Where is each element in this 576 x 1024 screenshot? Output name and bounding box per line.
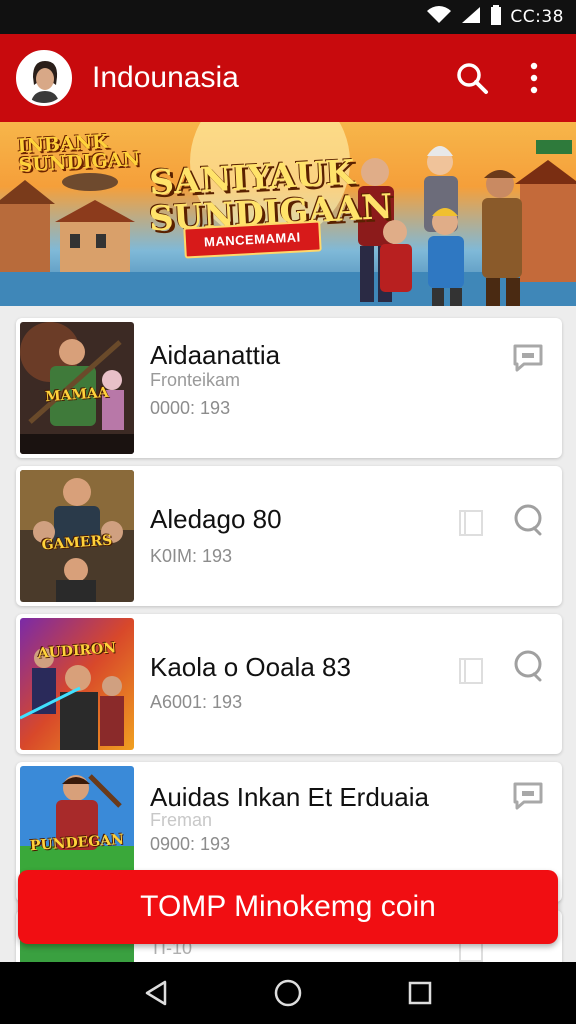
promo-banner[interactable]: INBANK SUNDIGAN SANIYAUK SUNDIGAAN MANCE… (0, 122, 576, 306)
chat-button[interactable] (510, 340, 546, 376)
document-icon (459, 510, 483, 536)
home-circle-icon (274, 979, 302, 1007)
list-item[interactable]: GAMERS Aledago 80 K0IM: 193 (16, 466, 562, 606)
card-title: Kaola o Ooala 83 (150, 652, 351, 682)
card-title: Aledago 80 (150, 504, 282, 534)
card-meta: K0IM: 193 (150, 546, 233, 566)
card-meta: A6001: 193 (150, 692, 243, 712)
card-title: Aidaanattia (150, 340, 281, 370)
app-bar: Indounasia (0, 34, 576, 122)
banner-small-title: INBANK SUNDIGAN (16, 130, 141, 177)
search-icon (457, 63, 488, 94)
more-vert-icon (530, 62, 538, 94)
chat-bubble-icon (514, 650, 542, 682)
card-subtitle: Fronteikam (150, 370, 241, 390)
back-button[interactable] (136, 973, 176, 1013)
status-time: CC:38 (510, 7, 564, 27)
game-thumbnail: GAMERS (20, 470, 134, 602)
back-triangle-icon (145, 980, 167, 1006)
cta-button[interactable]: TOMP Minokemg coin (18, 870, 558, 944)
list-item[interactable]: MAMAA Aidaanattia Fronteikam 0000: 193 (16, 318, 562, 458)
system-nav-bar (0, 962, 576, 1024)
card-meta: 0000: 193 (150, 398, 231, 418)
wifi-icon (426, 5, 452, 30)
chat-bubble-icon (514, 504, 542, 536)
card-title: Auidas Inkan Et Erduaia (150, 782, 429, 812)
more-options-button[interactable] (508, 52, 560, 104)
search-button[interactable] (446, 52, 498, 104)
chat-button[interactable] (510, 648, 546, 684)
chat-bubble-icon (513, 344, 543, 372)
document-icon (459, 658, 483, 684)
battery-icon (490, 4, 502, 30)
chat-bubble-icon (513, 782, 543, 810)
game-thumbnail: MAMAA (20, 322, 134, 454)
avatar[interactable] (16, 50, 72, 106)
signal-icon (460, 5, 482, 30)
avatar-portrait-icon (31, 61, 59, 103)
home-button[interactable] (268, 973, 308, 1013)
card-meta: 0900: 193 (150, 834, 231, 854)
chat-button[interactable] (510, 778, 546, 814)
card-subtitle: Freman (150, 810, 213, 830)
recents-button[interactable] (400, 973, 440, 1013)
document-button[interactable] (454, 506, 488, 540)
chat-button[interactable] (510, 502, 546, 538)
document-button[interactable] (454, 654, 488, 688)
status-bar: CC:38 (0, 0, 576, 34)
game-thumbnail: AUDIRON (20, 618, 134, 750)
app-title: Indounasia (92, 61, 239, 94)
recents-square-icon (408, 981, 432, 1005)
list-item[interactable]: AUDIRON Kaola o Ooala 83 A6001: 193 (16, 614, 562, 754)
